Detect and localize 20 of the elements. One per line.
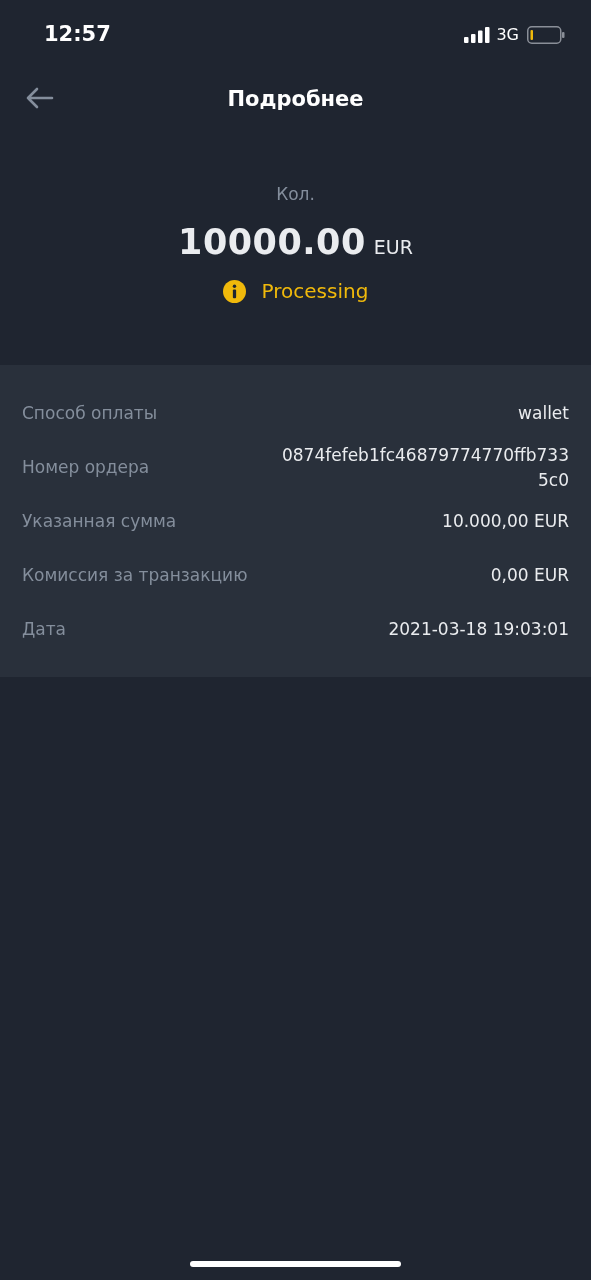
detail-value: 0874fefeb1fc46879774770ffb7335c0 (280, 443, 569, 492)
back-button[interactable] (24, 86, 54, 110)
network-label: 3G (496, 24, 519, 46)
detail-value: wallet (517, 402, 569, 426)
signal-icon (464, 27, 491, 43)
amount-value: 10000.00 (178, 220, 366, 264)
battery-icon (527, 26, 565, 44)
currency-label: EUR (373, 234, 413, 260)
detail-label: Номер ордера (22, 456, 150, 480)
detail-value: 0,00 EUR (489, 564, 569, 588)
detail-label: Указанная сумма (22, 510, 177, 534)
status-text: Processing (261, 278, 369, 305)
detail-label: Дата (22, 618, 67, 642)
detail-label: Способ оплаты (22, 402, 158, 426)
page-title: Подробнее (227, 86, 364, 114)
amount-label: Кол. (276, 183, 315, 206)
detail-value: 10.000,00 EUR (441, 510, 569, 534)
status-time: 12:57 (44, 21, 111, 49)
detail-value: 2021-03-18 19:03:01 (387, 618, 569, 642)
detail-label: Комиссия за транзакцию (22, 564, 248, 588)
